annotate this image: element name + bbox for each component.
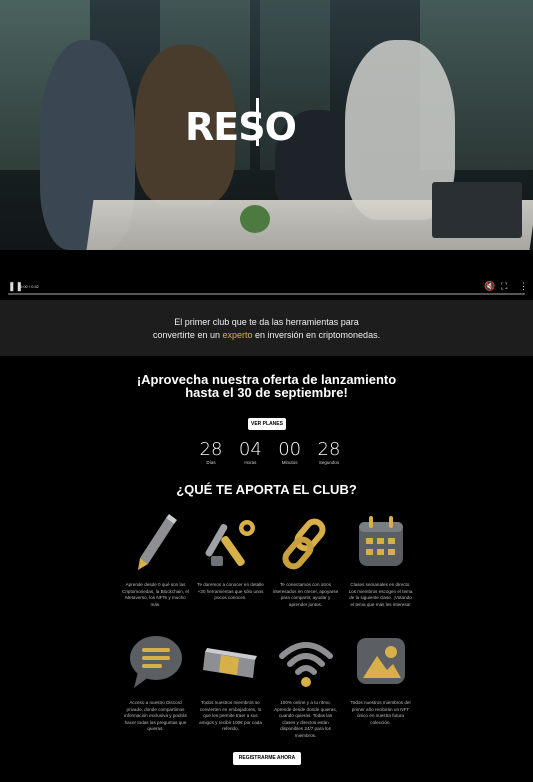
feature-item: Te daremos a conocer en detalle +30 herr… [193, 512, 268, 620]
tools-icon [205, 520, 255, 567]
video-progress[interactable] [8, 293, 525, 295]
more-icon[interactable]: ⋮ [519, 281, 528, 292]
ticket-icon [202, 648, 257, 678]
landing-page: RESO ❚❚ 0:00 / 0:52 🔇 ⛶ ⋮ El primer club… [0, 0, 533, 782]
countdown-minutes: 00 Minutos [278, 439, 302, 466]
video-logo: RESO [185, 105, 297, 149]
logo-cursor [256, 98, 259, 146]
wifi-icon [278, 642, 333, 687]
feature-item: Todos nuestros miembros del primer año r… [343, 630, 418, 740]
fullscreen-icon[interactable]: ⛶ [501, 281, 507, 292]
intro-line-1: El primer club que te da las herramienta… [174, 317, 359, 327]
feature-item: Todos nuestros miembros se convierten en… [193, 630, 268, 740]
pencil-icon [137, 514, 177, 570]
countdown-hours: 04 Horas [238, 439, 262, 466]
offer-title: ¡Aprovecha nuestra oferta de lanzamiento… [136, 372, 397, 400]
feature-item: Aprende desde 0 qué son las Criptomoneda… [118, 512, 193, 620]
club-title: ¿QUÉ TE APORTA EL CLUB? [176, 482, 357, 497]
video-time: 0:00 / 0:52 [20, 284, 39, 289]
chain-link-icon [282, 518, 325, 570]
intro-band: El primer club que te da las herramienta… [0, 300, 533, 356]
feature-item: Clases semanales en directo. Los miembro… [343, 512, 418, 620]
image-icon [356, 638, 405, 684]
feature-item: Te conectamos con otros interesados en c… [268, 512, 343, 620]
hero-video[interactable]: RESO ❚❚ 0:00 / 0:52 🔇 ⛶ ⋮ [0, 0, 533, 300]
countdown: 28 Días 04 Horas 00 Minutos 28 Segundos [195, 439, 345, 466]
register-button[interactable]: REGISTRARME AHORA [233, 752, 301, 765]
mute-icon[interactable]: 🔇 [484, 281, 495, 292]
intro-line-2: convertirte en un experto en inversión e… [152, 330, 381, 340]
see-plans-button[interactable]: VER PLANES [248, 418, 286, 430]
feature-item: 100% online y a tu ritmo. Aprende desde … [268, 630, 343, 740]
laptop-image [432, 182, 522, 238]
intro-accent: experto [222, 330, 253, 340]
feature-item: Acceso a nuestro Discord privado, donde … [118, 630, 193, 740]
features-grid: Aprende desde 0 qué son las Criptomoneda… [118, 512, 418, 740]
countdown-days: 28 Días [199, 439, 223, 466]
chat-bubble-icon [129, 636, 182, 688]
calendar-icon [358, 516, 403, 566]
countdown-seconds: 28 Segundos [317, 439, 341, 466]
